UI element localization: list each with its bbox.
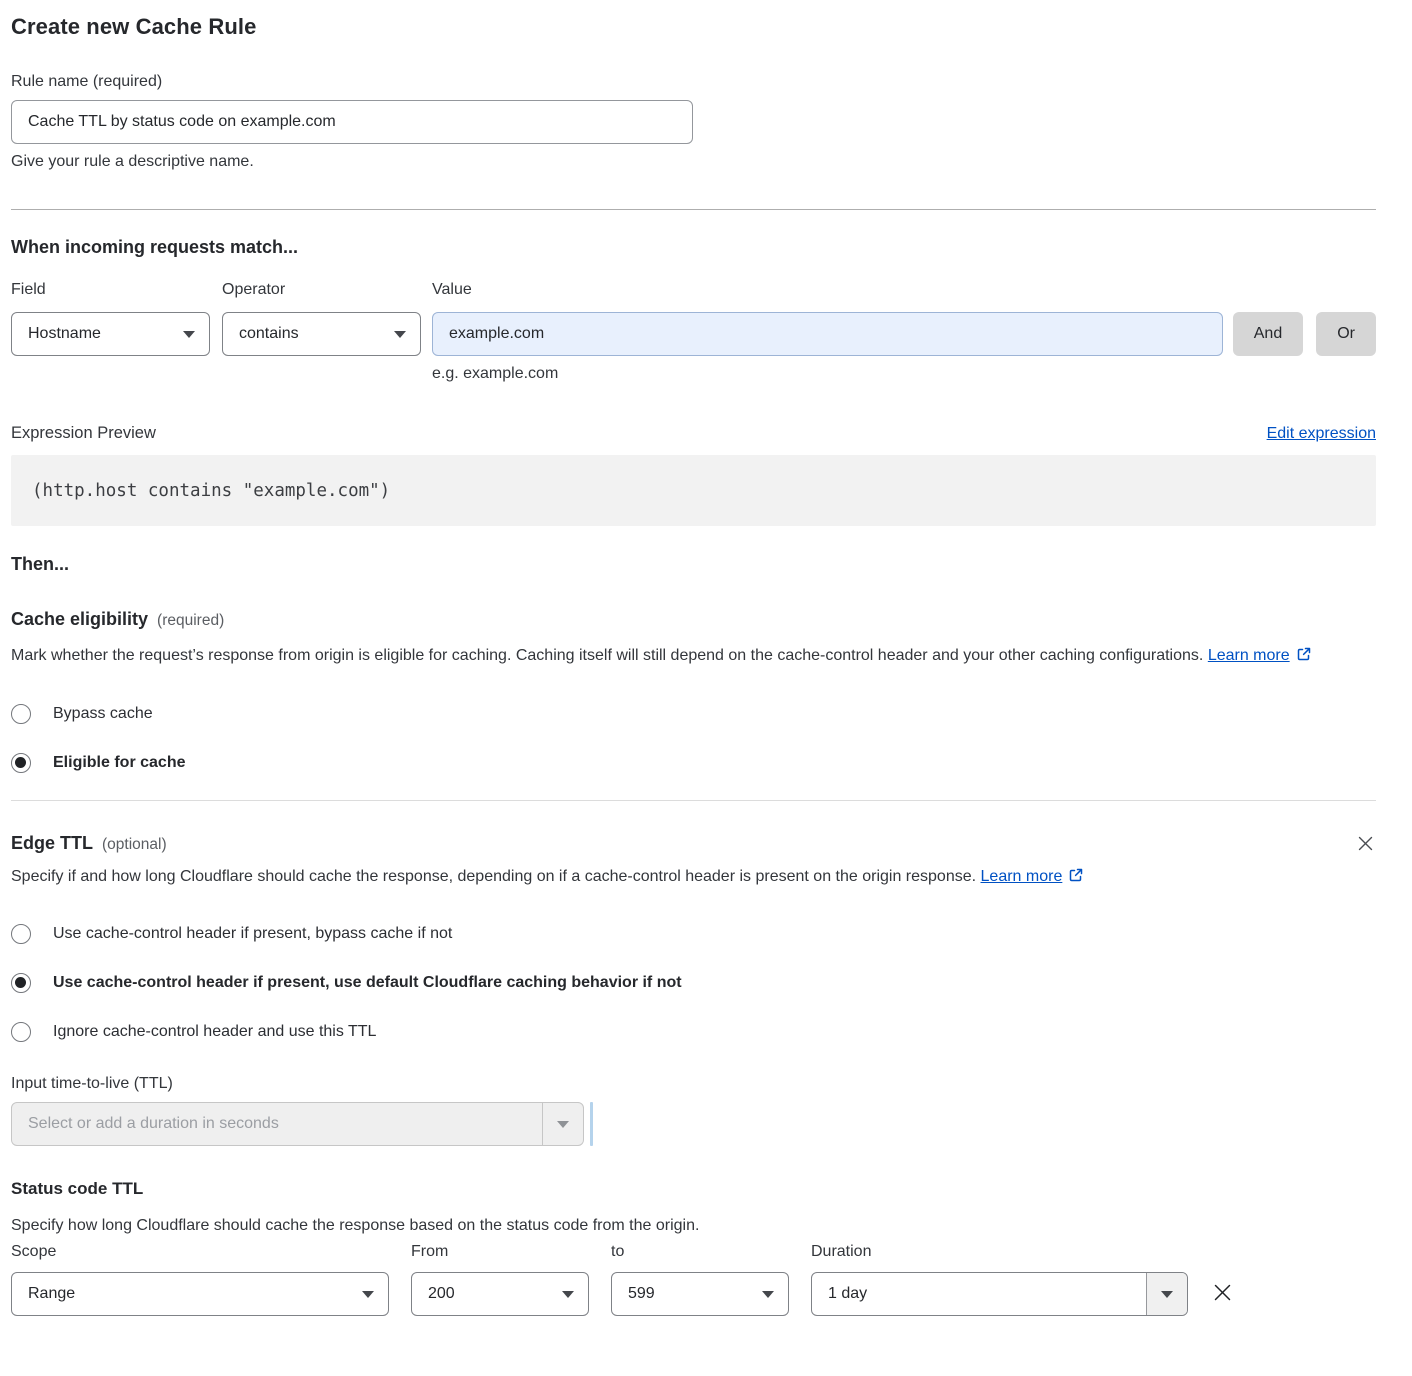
from-label: From [411, 1243, 589, 1261]
operator-select-value: contains [239, 325, 299, 343]
edge-ttl-option-default[interactable]: Use cache-control header if present, use… [11, 973, 1376, 993]
scope-label: Scope [11, 1243, 389, 1261]
expression-preview-label: Expression Preview [11, 424, 156, 443]
cache-eligibility-heading: Cache eligibility [11, 609, 148, 629]
section-divider [11, 209, 1376, 210]
expression-code: (http.host contains "example.com") [32, 481, 390, 501]
learn-more-link[interactable]: Learn more [1208, 647, 1290, 664]
radio-label: Bypass cache [53, 705, 153, 723]
remove-status-code-ttl-button[interactable] [1210, 1280, 1235, 1305]
chevron-down-icon [183, 331, 195, 338]
edge-ttl-option-ignore[interactable]: Ignore cache-control header and use this… [11, 1022, 1376, 1042]
ttl-input-label: Input time-to-live (TTL) [11, 1075, 1376, 1093]
field-select-value: Hostname [28, 325, 101, 343]
chevron-down-icon [562, 1291, 574, 1298]
edit-expression-link[interactable]: Edit expression [1267, 425, 1376, 443]
chevron-down-icon [762, 1291, 774, 1298]
radio-selected-icon[interactable] [11, 973, 31, 993]
to-select[interactable]: 599 [611, 1272, 789, 1316]
edge-ttl-option-bypass[interactable]: Use cache-control header if present, byp… [11, 924, 1376, 944]
to-label: to [611, 1243, 789, 1261]
expression-code-block: (http.host contains "example.com") [11, 455, 1376, 526]
operator-label: Operator [222, 281, 421, 299]
scope-select[interactable]: Range [11, 1272, 389, 1316]
value-input[interactable] [432, 312, 1223, 356]
section-divider [11, 800, 1376, 801]
external-link-icon [1068, 865, 1084, 893]
chevron-down-icon [362, 1291, 374, 1298]
page-title: Create new Cache Rule [11, 14, 1376, 40]
radio-label: Ignore cache-control header and use this… [53, 1023, 376, 1041]
then-heading: Then... [11, 554, 1376, 575]
value-label: Value [432, 281, 1223, 299]
from-select-value: 200 [428, 1285, 455, 1303]
chevron-down-icon [394, 331, 406, 338]
duration-label: Duration [811, 1243, 1188, 1261]
scope-select-value: Range [28, 1285, 75, 1303]
rule-name-input[interactable] [11, 100, 693, 144]
field-select[interactable]: Hostname [11, 312, 210, 356]
chevron-down-icon[interactable] [1146, 1273, 1187, 1315]
ttl-duration-select[interactable]: Select or add a duration in seconds [11, 1102, 584, 1146]
or-button[interactable]: Or [1316, 312, 1376, 356]
from-select[interactable]: 200 [411, 1272, 589, 1316]
cache-eligibility-description: Mark whether the request’s response from… [11, 642, 1376, 672]
radio-unselected-icon[interactable] [11, 924, 31, 944]
create-cache-rule-form: Create new Cache Rule Rule name (require… [0, 0, 1412, 1336]
duration-select-value: 1 day [812, 1285, 867, 1303]
cache-eligibility-description-text: Mark whether the request’s response from… [11, 647, 1203, 664]
duration-select[interactable]: 1 day [811, 1272, 1188, 1316]
edge-ttl-heading: Edge TTL [11, 833, 93, 853]
close-icon [1357, 835, 1374, 852]
status-code-ttl-heading: Status code TTL [11, 1179, 1376, 1199]
required-tag: (required) [157, 612, 224, 629]
radio-label: Use cache-control header if present, use… [53, 974, 682, 992]
optional-tag: (optional) [102, 836, 167, 853]
rule-name-label: Rule name (required) [11, 73, 1376, 91]
value-helper: e.g. example.com [432, 365, 1376, 383]
close-edge-ttl-button[interactable] [1355, 833, 1376, 854]
field-label: Field [11, 281, 210, 299]
eligible-for-cache-option[interactable]: Eligible for cache [11, 753, 1376, 773]
chevron-down-icon[interactable] [542, 1103, 583, 1145]
radio-unselected-icon[interactable] [11, 704, 31, 724]
learn-more-link[interactable]: Learn more [981, 868, 1063, 885]
and-button[interactable]: And [1233, 312, 1303, 356]
caret-indicator [590, 1102, 593, 1146]
close-icon [1212, 1282, 1233, 1303]
radio-label: Use cache-control header if present, byp… [53, 925, 452, 943]
operator-select[interactable]: contains [222, 312, 421, 356]
rule-name-helper: Give your rule a descriptive name. [11, 153, 1376, 171]
radio-label: Eligible for cache [53, 754, 185, 772]
bypass-cache-option[interactable]: Bypass cache [11, 704, 1376, 724]
match-heading: When incoming requests match... [11, 237, 1376, 258]
edge-ttl-description-text: Specify if and how long Cloudflare shoul… [11, 868, 976, 885]
radio-unselected-icon[interactable] [11, 1022, 31, 1042]
ttl-duration-placeholder: Select or add a duration in seconds [12, 1115, 279, 1133]
external-link-icon [1296, 644, 1312, 672]
status-code-ttl-description: Specify how long Cloudflare should cache… [11, 1212, 1376, 1240]
to-select-value: 599 [628, 1285, 655, 1303]
radio-selected-icon[interactable] [11, 753, 31, 773]
edge-ttl-description: Specify if and how long Cloudflare shoul… [11, 863, 1111, 893]
